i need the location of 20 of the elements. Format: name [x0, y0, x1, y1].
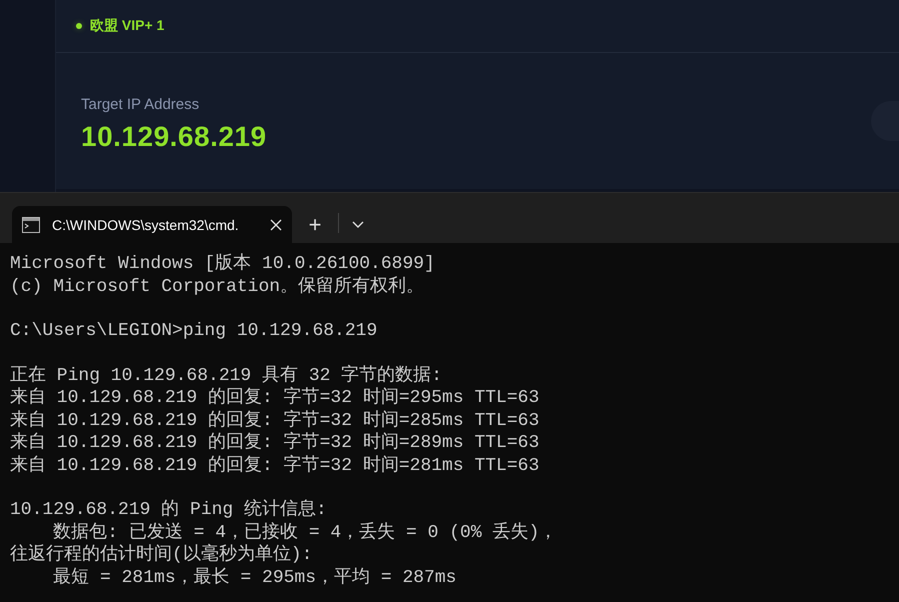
close-icon[interactable]	[270, 218, 282, 230]
terminal-line: 10.129.68.219 的 Ping 统计信息:	[10, 499, 328, 522]
chevron-down-icon	[352, 220, 364, 228]
terminal-tab[interactable]: C:\WINDOWS\system32\cmd.	[12, 206, 292, 243]
target-ip: 10.129.68.219	[81, 120, 268, 152]
new-tab-button[interactable]: +	[292, 206, 338, 243]
terminal-line: C:\Users\LEGION>ping 10.129.68.219	[10, 320, 378, 342]
terminal-line: 来自 10.129.68.219 的回复: 字节=32 时间=289ms TTL=63	[10, 432, 540, 454]
terminal-line: 数据包: 已发送 = 4，已接收 = 4，丢失 = 0 (0% 丢失)，	[52, 522, 558, 544]
terminal-line: Microsoft Windows [版本 10.0.26100.6899]	[10, 253, 436, 276]
terminal-line: 正在 Ping 10.129.68.219 具有 32 字节的数据:	[10, 364, 444, 386]
target-label: Target IP Address	[81, 96, 200, 112]
terminal-line: 来自 10.129.68.219 的回复: 字节=32 时间=281ms TTL=63	[10, 454, 540, 477]
server-name: 欧盟 VIP+ 1	[90, 17, 164, 35]
terminal-line: 来自 10.129.68.219 的回复: 字节=32 时间=295ms TTL=63	[10, 387, 540, 410]
terminal-line: (c) Microsoft Corporation。保留所有权利。	[10, 276, 426, 298]
terminal-line: 最短 = 281ms，最长 = 295ms，平均 = 287ms	[52, 566, 458, 589]
terminal-line: 来自 10.129.68.219 的回复: 字节=32 时间=285ms TTL=63	[10, 410, 540, 432]
terminal-icon	[22, 216, 40, 232]
terminal-line: 往返行程的估计时间(以毫秒为单位):	[10, 544, 314, 566]
